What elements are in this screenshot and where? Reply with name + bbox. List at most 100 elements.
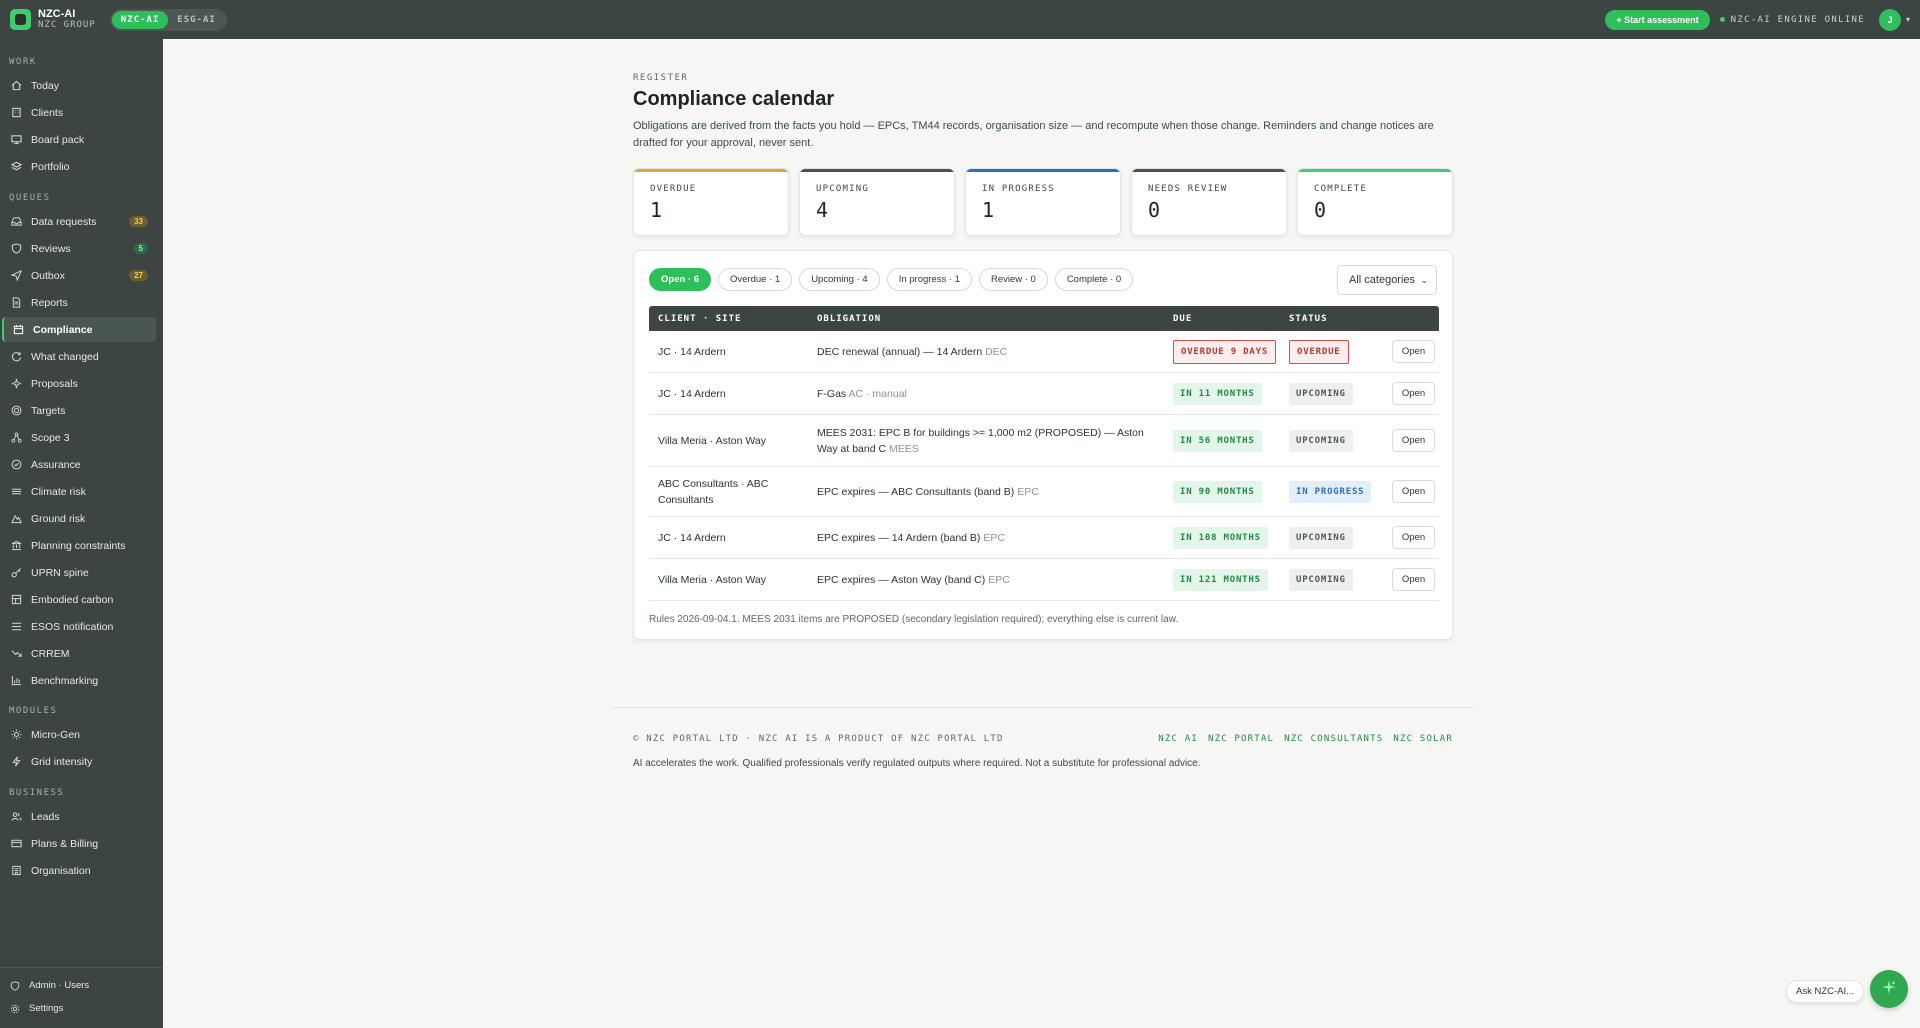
sidebar-item-settings[interactable]: Settings bbox=[2, 996, 156, 1021]
gear-icon bbox=[9, 1003, 20, 1014]
cell-status: IN PROGRESS bbox=[1280, 480, 1379, 503]
sidebar-item-ground-risk[interactable]: Ground risk bbox=[2, 506, 156, 531]
open-button[interactable]: Open bbox=[1391, 568, 1436, 591]
shield-icon bbox=[11, 243, 22, 254]
sidebar-item-what-changed[interactable]: What changed bbox=[2, 344, 156, 369]
sidebar-item-uprn-spine[interactable]: UPRN spine bbox=[2, 560, 156, 585]
chevron-down-icon[interactable]: ▾ bbox=[1906, 15, 1910, 24]
footer-link-nzc-ai[interactable]: NZC AI bbox=[1158, 734, 1198, 744]
column-header-client-site[interactable]: CLIENT · SITE bbox=[649, 314, 808, 324]
sidebar-item-label: Benchmarking bbox=[31, 674, 99, 687]
top-right-controls: + Start assessment NZC-AI ENGINE ONLINE … bbox=[1605, 8, 1910, 31]
stat-card-needs-review[interactable]: NEEDS REVIEW 0 bbox=[1131, 168, 1287, 236]
sidebar-item-compliance[interactable]: Compliance bbox=[2, 317, 156, 342]
mountain-icon bbox=[11, 513, 22, 524]
open-button[interactable]: Open bbox=[1391, 526, 1436, 549]
sidebar-item-leads[interactable]: Leads bbox=[2, 804, 156, 829]
sidebar-item-data-requests[interactable]: Data requests 33 bbox=[2, 209, 156, 234]
sidebar-item-board-pack[interactable]: Board pack bbox=[2, 127, 156, 152]
product-switch: NZC-AI ESG-AI bbox=[109, 8, 227, 31]
table-row: ABC Consultants · ABC Consultants EPC ex… bbox=[649, 467, 1439, 517]
column-header-due[interactable]: DUE bbox=[1164, 314, 1280, 324]
filter-in-progress[interactable]: In progress · 1 bbox=[886, 268, 972, 291]
sidebar-item-today[interactable]: Today bbox=[2, 73, 156, 98]
sidebar-item-micro-gen[interactable]: Micro-Gen bbox=[2, 722, 156, 747]
sidebar-item-targets[interactable]: Targets bbox=[2, 398, 156, 423]
filter-complete[interactable]: Complete · 0 bbox=[1054, 268, 1134, 291]
filter-upcoming[interactable]: Upcoming · 4 bbox=[799, 268, 880, 291]
footer-link-nzc-consultants[interactable]: NZC CONSULTANTS bbox=[1284, 734, 1383, 744]
sidebar-item-reports[interactable]: Reports bbox=[2, 290, 156, 315]
sidebar-item-label: Reviews bbox=[31, 242, 71, 255]
cell-due: IN 11 MONTHS bbox=[1164, 382, 1280, 405]
due-badge: IN 90 MONTHS bbox=[1173, 480, 1262, 503]
calendar-icon bbox=[13, 324, 24, 335]
target-icon bbox=[11, 405, 22, 416]
sidebar-item-reviews[interactable]: Reviews 5 bbox=[2, 236, 156, 261]
sidebar-item-planning-constraints[interactable]: Planning constraints bbox=[2, 533, 156, 558]
sidebar-item-clients[interactable]: Clients bbox=[2, 100, 156, 125]
cell-due: OVERDUE 9 DAYS bbox=[1164, 339, 1280, 364]
sidebar-item-label: Organisation bbox=[31, 864, 91, 877]
building-icon bbox=[11, 107, 22, 118]
sidebar-item-benchmarking[interactable]: Benchmarking bbox=[2, 668, 156, 693]
filter-open[interactable]: Open · 6 bbox=[649, 268, 712, 291]
category-select[interactable]: All categories ⌄ bbox=[1337, 265, 1437, 295]
sidebar-item-organisation[interactable]: Organisation bbox=[2, 858, 156, 883]
user-avatar[interactable]: J bbox=[1878, 8, 1901, 31]
open-button[interactable]: Open bbox=[1391, 429, 1436, 452]
open-button[interactable]: Open bbox=[1391, 480, 1436, 503]
brand-logo-icon[interactable] bbox=[10, 9, 31, 30]
sidebar-item-label: Reports bbox=[31, 296, 68, 309]
sidebar-item-plans-billing[interactable]: Plans & Billing bbox=[2, 831, 156, 856]
column-header-status[interactable]: STATUS bbox=[1280, 314, 1379, 324]
stat-value: 4 bbox=[816, 198, 829, 222]
brand: NZC-AI NZC GROUP bbox=[38, 8, 96, 31]
sidebar-item-label: Outbox bbox=[31, 269, 65, 282]
sidebar-item-label: What changed bbox=[31, 350, 99, 363]
sidebar-item-crrem[interactable]: CRREM bbox=[2, 641, 156, 666]
ask-assistant-prompt[interactable]: Ask NZC-AI... bbox=[1786, 980, 1865, 1003]
footer-link-nzc-portal[interactable]: NZC PORTAL bbox=[1208, 734, 1274, 744]
filter-overdue[interactable]: Overdue · 1 bbox=[718, 268, 793, 291]
obligation-tag: EPC bbox=[983, 531, 1005, 544]
cell-action: Open bbox=[1379, 480, 1439, 503]
bank-icon bbox=[11, 540, 22, 551]
sidebar-item-scope-3[interactable]: Scope 3 bbox=[2, 425, 156, 450]
column-header-obligation[interactable]: OBLIGATION bbox=[808, 314, 1164, 324]
sidebar-item-esos-notification[interactable]: ESOS notification bbox=[2, 614, 156, 639]
cell-due: IN 108 MONTHS bbox=[1164, 526, 1280, 549]
table-row: JC · 14 Ardern EPC expires — 14 Ardern (… bbox=[649, 517, 1439, 559]
open-button[interactable]: Open bbox=[1391, 340, 1436, 363]
start-assessment-button[interactable]: + Start assessment bbox=[1605, 9, 1710, 30]
section-work: WORK bbox=[9, 57, 37, 67]
due-badge: IN 121 MONTHS bbox=[1173, 568, 1268, 591]
sidebar-item-embodied-carbon[interactable]: Embodied carbon bbox=[2, 587, 156, 612]
filter-review[interactable]: Review · 0 bbox=[978, 268, 1048, 291]
sidebar-item-outbox[interactable]: Outbox 27 bbox=[2, 263, 156, 288]
switch-esg-ai[interactable]: ESG-AI bbox=[168, 11, 225, 29]
status-badge: UPCOMING bbox=[1289, 568, 1353, 591]
sidebar-item-label: Leads bbox=[31, 810, 60, 823]
footer-link-nzc-solar[interactable]: NZC SOLAR bbox=[1393, 734, 1453, 744]
sidebar-item-proposals[interactable]: Proposals bbox=[2, 371, 156, 396]
sidebar-item-assurance[interactable]: Assurance bbox=[2, 452, 156, 477]
sidebar-item-label: Climate risk bbox=[31, 485, 86, 498]
stat-card-complete[interactable]: COMPLETE 0 bbox=[1297, 168, 1453, 236]
sidebar-item-grid-intensity[interactable]: Grid intensity bbox=[2, 749, 156, 774]
sidebar-item-climate-risk[interactable]: Climate risk bbox=[2, 479, 156, 504]
stat-card-overdue[interactable]: OVERDUE 1 bbox=[633, 168, 789, 236]
stat-label: IN PROGRESS bbox=[982, 184, 1055, 194]
stat-card-in-progress[interactable]: IN PROGRESS 1 bbox=[965, 168, 1121, 236]
sidebar-item-label: Assurance bbox=[31, 458, 81, 471]
cell-client: JC · 14 Ardern bbox=[658, 531, 726, 544]
status-badge: UPCOMING bbox=[1289, 429, 1353, 452]
switch-nzc-ai[interactable]: NZC-AI bbox=[111, 10, 169, 29]
open-button[interactable]: Open bbox=[1391, 382, 1436, 405]
cell-due: IN 121 MONTHS bbox=[1164, 568, 1280, 591]
stat-card-upcoming[interactable]: UPCOMING 4 bbox=[799, 168, 955, 236]
assistant-launcher-button[interactable] bbox=[1870, 970, 1908, 1008]
cell-obligation: EPC expires — Aston Way (band C) EPC bbox=[808, 572, 1164, 588]
sidebar-item-portfolio[interactable]: Portfolio bbox=[2, 154, 156, 179]
sidebar-item-admin-users[interactable]: Admin · Users bbox=[2, 973, 156, 998]
